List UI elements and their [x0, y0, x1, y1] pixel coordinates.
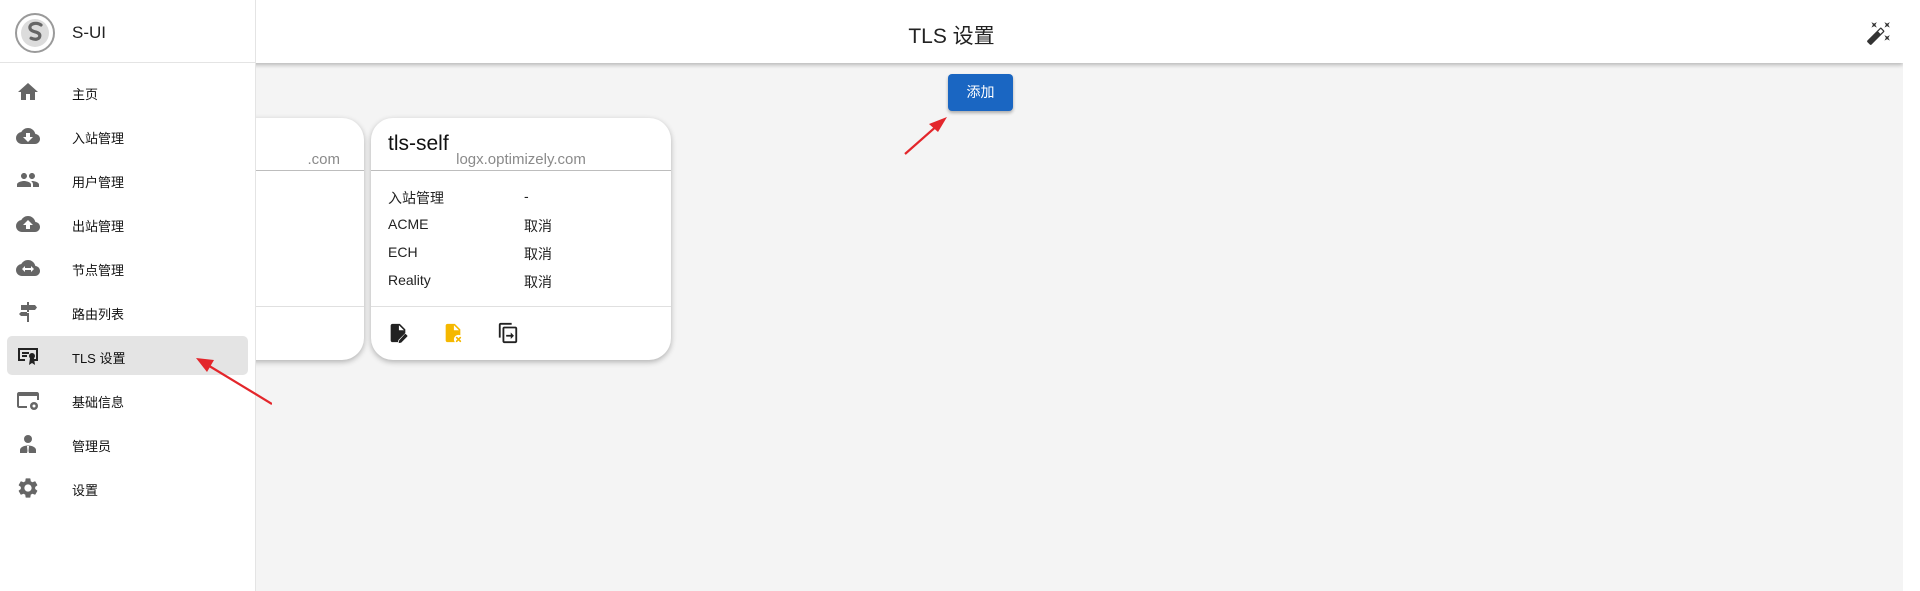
sidebar-item-tls-settings[interactable]: TLS 设置: [7, 336, 248, 375]
web-settings-icon: [17, 392, 39, 410]
sidebar-item-label: TLS 设置: [72, 351, 126, 366]
card-divider: [371, 306, 671, 307]
sidebar-item-label: 基础信息: [72, 395, 125, 410]
sidebar-item-outbounds[interactable]: 出站管理: [7, 204, 248, 243]
clone-icon[interactable]: [497, 322, 519, 344]
certificate-icon: [18, 348, 38, 365]
sidebar-item-label: 入站管理: [72, 131, 125, 146]
sidebar-item-nodes[interactable]: 节点管理: [7, 248, 248, 287]
sidebar-item-label: 主页: [72, 87, 99, 102]
sidebar-item-label: 路由列表: [72, 307, 125, 322]
s-ui-logo-icon: [14, 12, 56, 54]
row-value: 取消: [524, 218, 552, 234]
sidebar-item-home[interactable]: 主页: [7, 72, 248, 111]
sidebar-item-inbounds[interactable]: 入站管理: [7, 116, 248, 155]
sidebar-item-label: 出站管理: [72, 219, 125, 234]
row-label: ACME: [388, 216, 429, 232]
add-button[interactable]: 添加: [948, 74, 1013, 111]
home-icon: [18, 83, 38, 100]
sidebar-item-routes[interactable]: 路由列表: [7, 292, 248, 331]
card-domain: logx.optimizely.com: [456, 151, 586, 168]
sidebar-item-label: 设置: [72, 483, 99, 498]
brand-header: S-UI: [0, 0, 256, 63]
cloud-upload-icon: [16, 216, 40, 232]
sidebar-item-label: 用户管理: [72, 175, 125, 190]
row-value: 取消: [524, 246, 552, 262]
row-label: Reality: [388, 272, 431, 288]
top-app-bar: TLS 设置: [0, 0, 1903, 63]
users-icon: [17, 173, 39, 187]
sidebar-item-admins[interactable]: 管理员: [7, 424, 248, 463]
gear-icon: [18, 478, 38, 498]
cloud-sync-icon: [16, 260, 40, 276]
theme-toggle-icon[interactable]: [1866, 20, 1892, 46]
sidebar-item-label: 管理员: [72, 439, 112, 454]
row-value: 取消: [524, 274, 552, 290]
navigation-drawer: S-UI 主页 入站管理 用户管理 出站管理 节点管理 路由列表 TLS 设置 …: [0, 0, 256, 591]
tls-card: tls-self logx.optimizely.com 入站管理 - ACME…: [371, 118, 671, 360]
sidebar-item-label: 节点管理: [72, 263, 125, 278]
admin-icon: [20, 435, 36, 453]
delete-file-icon[interactable]: [442, 322, 464, 344]
scrollbar-track[interactable]: [1903, 0, 1920, 591]
row-label: 入站管理: [388, 190, 444, 206]
cloud-download-icon: [16, 128, 40, 144]
app-name: S-UI: [72, 23, 106, 42]
row-label: ECH: [388, 244, 418, 260]
edit-icon[interactable]: [387, 322, 409, 344]
sidebar-item-settings[interactable]: 设置: [7, 468, 248, 507]
signpost-icon: [19, 302, 37, 322]
sidebar-item-users[interactable]: 用户管理: [7, 160, 248, 199]
row-value: -: [524, 188, 529, 204]
card-header: tls-self logx.optimizely.com: [371, 118, 671, 171]
page-title: TLS 设置: [908, 25, 995, 48]
sidebar-item-basic-info[interactable]: 基础信息: [7, 380, 248, 419]
annotation-arrow-add: [904, 117, 947, 155]
